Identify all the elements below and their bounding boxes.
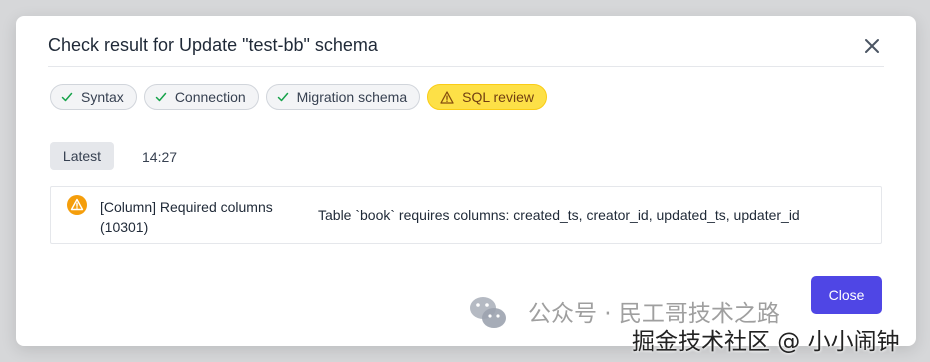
rule-title: [Column] Required columns (10301) [100, 199, 273, 235]
check-icon [277, 92, 288, 102]
check-chip-label: Syntax [81, 89, 124, 105]
check-tabs: Syntax Connection Migration schema SQL r… [50, 84, 547, 110]
header-divider [48, 66, 884, 67]
warning-icon [440, 90, 454, 104]
check-icon [61, 92, 73, 102]
wechat-icon [470, 297, 506, 328]
check-chip-label: SQL review [462, 89, 534, 105]
check-chip-label: Connection [174, 89, 246, 105]
check-icon [155, 92, 167, 102]
check-chip-migration-schema[interactable]: Migration schema [265, 84, 421, 110]
check-chip-connection[interactable]: Connection [143, 84, 259, 110]
check-time: 14:27 [142, 149, 178, 165]
close-icon[interactable] [862, 36, 882, 56]
warning-icon [67, 195, 87, 215]
check-chip-label: Migration schema [296, 89, 408, 105]
watermark-line-2: 掘金技术社区 @ 小小闹钟 [632, 329, 900, 355]
rule-message: Table `book` requires columns: created_t… [318, 207, 800, 223]
check-chip-syntax[interactable]: Syntax [50, 84, 137, 110]
dialog-title: Check result for Update "test-bb" schema [48, 35, 378, 55]
close-button[interactable]: Close [811, 276, 882, 314]
latest-tab[interactable]: Latest [50, 142, 114, 170]
result-row: [Column] Required columns (10301) Table … [50, 186, 882, 244]
check-chip-sql-review[interactable]: SQL review [427, 84, 547, 110]
